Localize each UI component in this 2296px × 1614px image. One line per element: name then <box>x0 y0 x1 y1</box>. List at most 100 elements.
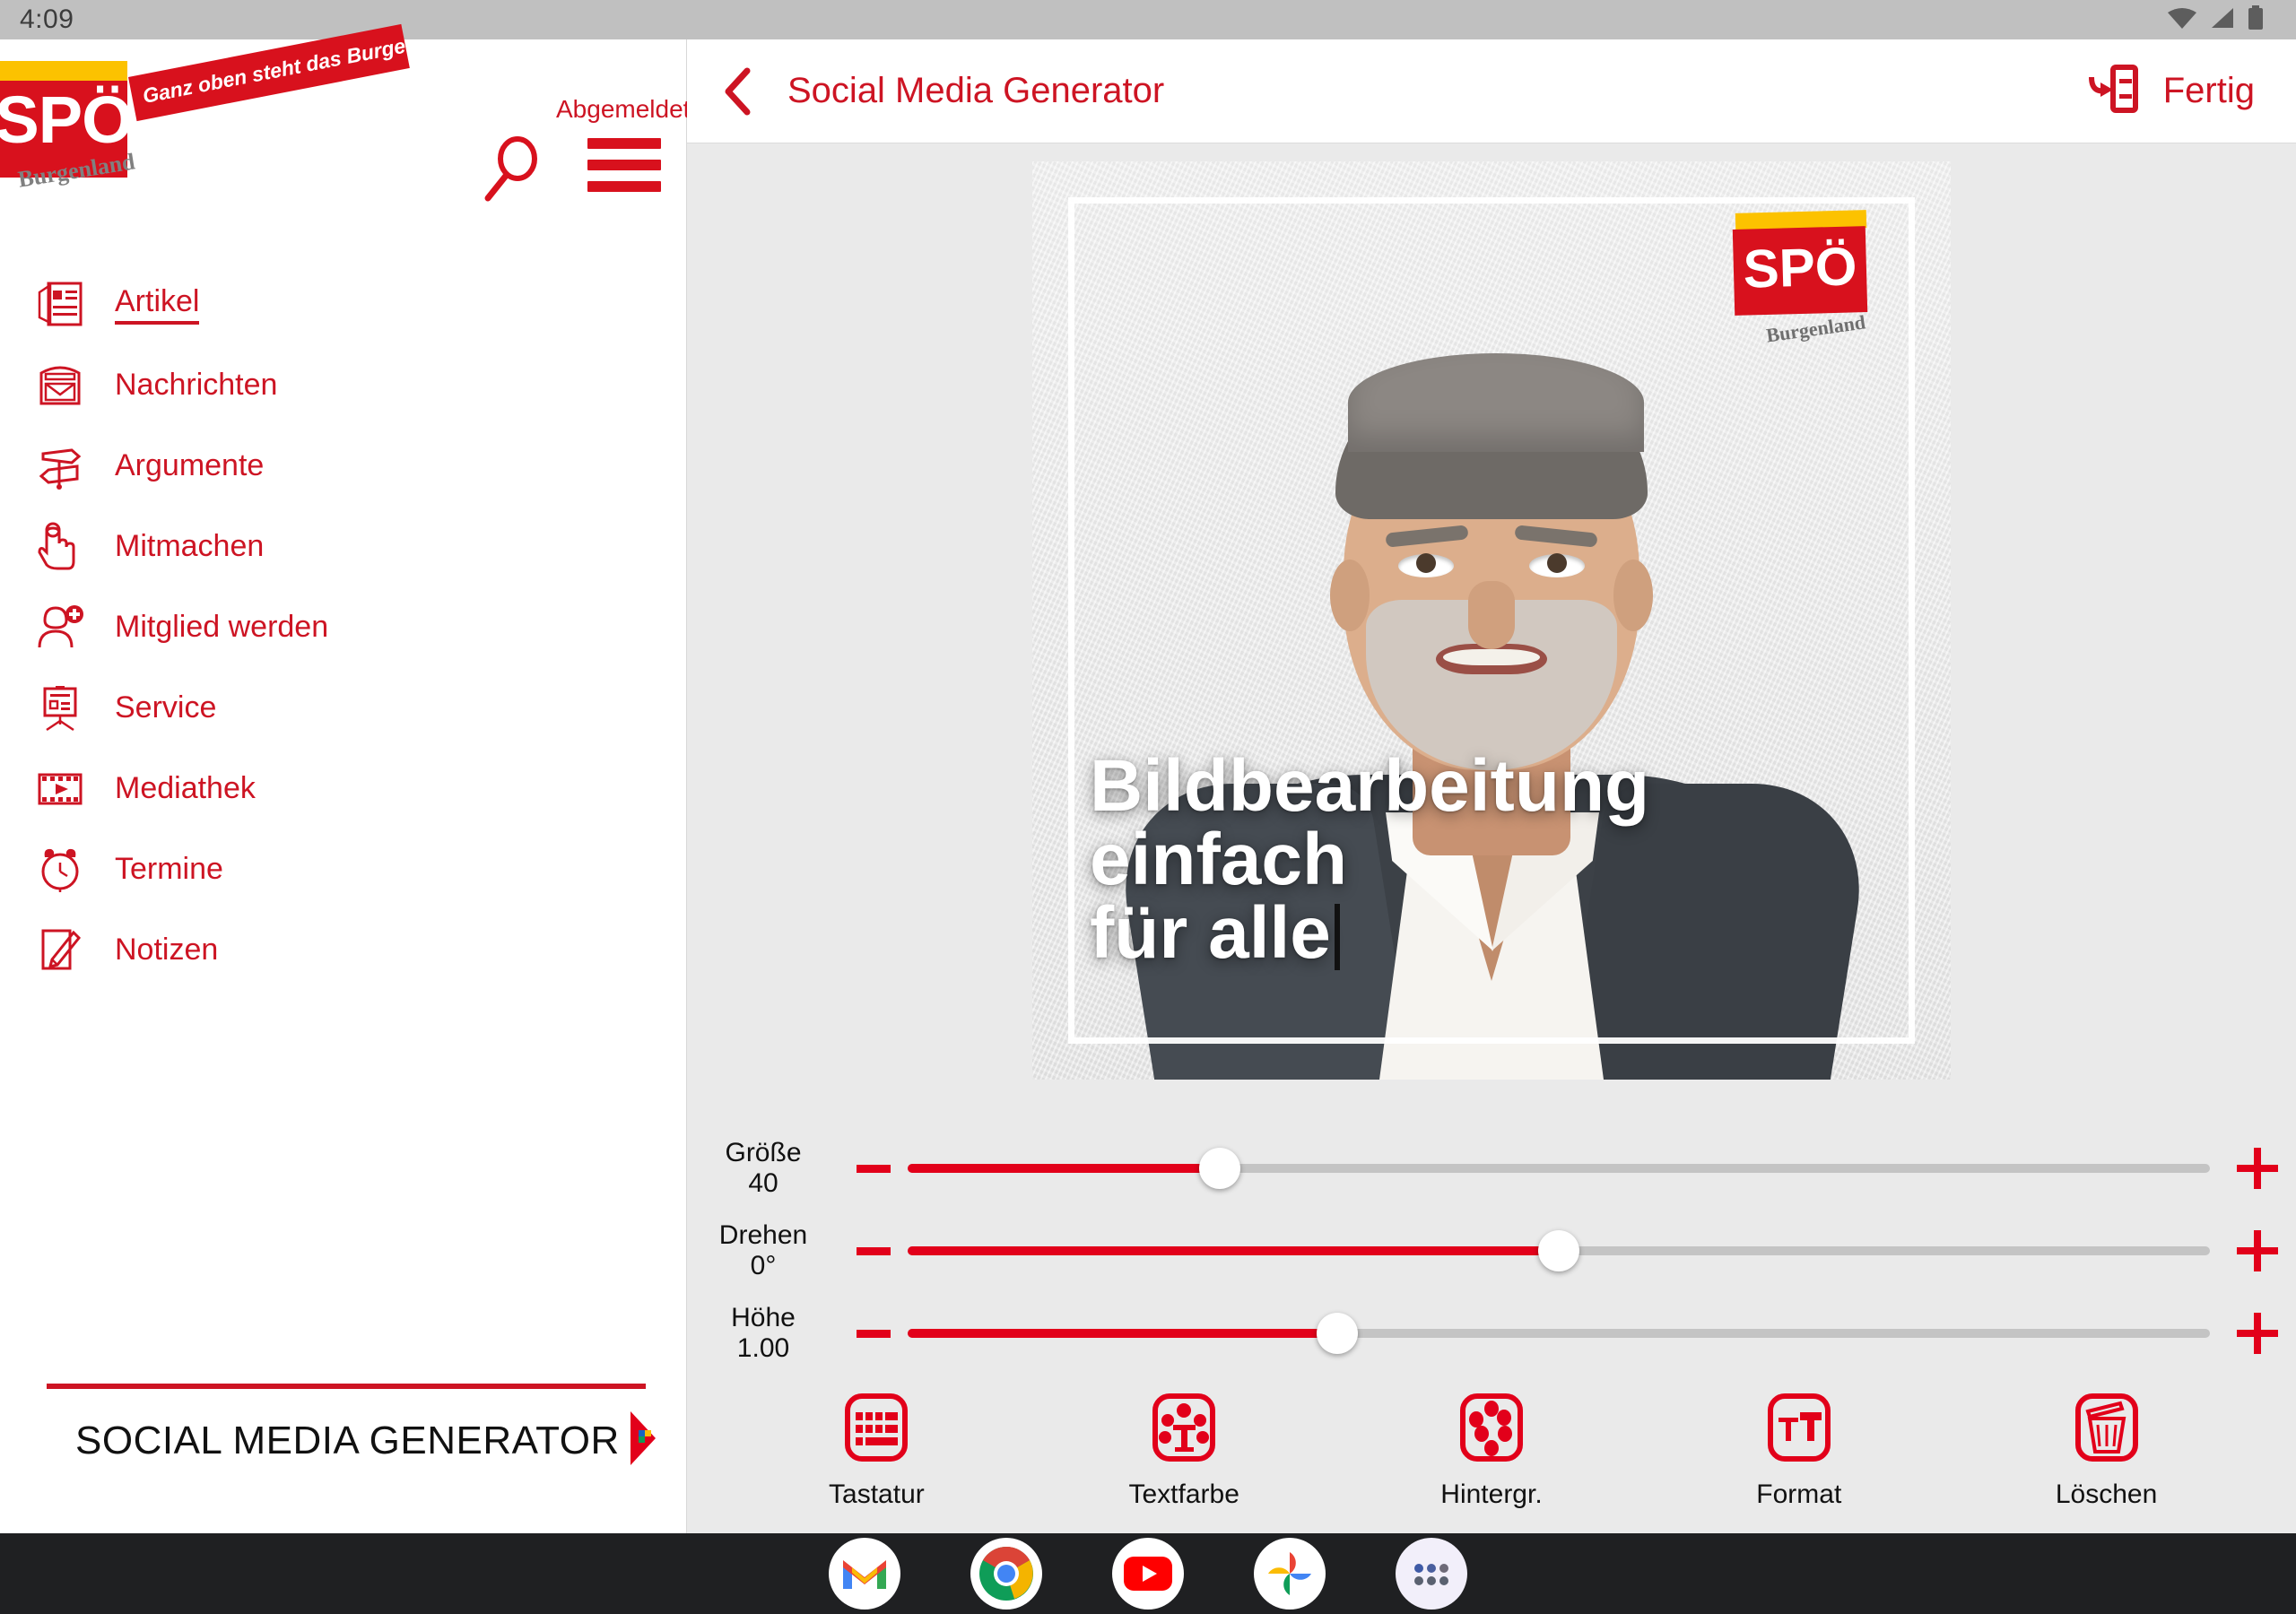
slider-track-drehen[interactable] <box>908 1210 2210 1292</box>
left-navigation-panel: SPÖ Burgenland Ganz oben steht das Burge… <box>0 23 690 1533</box>
pupil-left <box>1416 553 1436 573</box>
status-bar-clock: 4:09 <box>20 4 74 34</box>
slider-label-drehen: Drehen 0° <box>687 1220 839 1280</box>
editor-panel: Social Media Generator Fertig SPÖ Burgen… <box>687 39 2296 1533</box>
ear-left <box>1330 560 1370 631</box>
gmail-icon[interactable] <box>829 1538 900 1610</box>
tool-label: Format <box>1756 1480 1842 1509</box>
minus-icon[interactable] <box>839 1329 908 1338</box>
keyboard-icon <box>838 1389 915 1471</box>
sidebar-item-notizen[interactable]: Notizen <box>0 909 687 990</box>
minus-bar <box>857 1329 891 1338</box>
app-drawer-icon[interactable] <box>1396 1538 1467 1610</box>
chevron-right-icon[interactable] <box>625 1409 661 1472</box>
sidebar-item-termine[interactable]: Termine <box>0 829 687 909</box>
sidebar-item-artikel[interactable]: Artikel <box>0 264 687 344</box>
sidebar-item-mediathek[interactable]: Mediathek <box>0 748 687 829</box>
battery-icon <box>2248 4 2264 35</box>
hair-top <box>1348 353 1644 452</box>
divider <box>47 1384 646 1389</box>
tool-label: Tastatur <box>829 1480 925 1509</box>
social-media-generator-drawer[interactable]: SOCIAL MEDIA GENERATOR <box>0 1384 687 1472</box>
hamburger-menu-icon[interactable] <box>587 138 661 192</box>
overlay-text-block[interactable]: Bildbearbeitung einfach für alle <box>1090 750 1897 970</box>
wifi-icon <box>2167 6 2197 34</box>
slider-name: Drehen <box>718 1220 808 1251</box>
spo-burgenland-logo[interactable]: SPÖ Burgenland Ganz oben steht das Burge… <box>0 23 422 193</box>
slider-fill <box>908 1329 1338 1338</box>
image-canvas[interactable]: SPÖ Burgenland Bildbearbeitung einfach f… <box>1032 161 1951 1080</box>
pointing-hand-icon <box>32 518 88 574</box>
minus-icon[interactable] <box>839 1164 908 1173</box>
cell-signal-icon <box>2210 6 2235 34</box>
minus-icon[interactable] <box>839 1246 908 1255</box>
tool-loeschen[interactable]: Löschen <box>1999 1389 2214 1510</box>
sidebar-item-label: Mitglied werden <box>115 609 329 644</box>
sidebar-item-argumente[interactable]: Argumente <box>0 425 687 506</box>
ear-right <box>1613 560 1653 631</box>
slider-row-groesse: Größe 40 <box>687 1127 2296 1210</box>
text-caret <box>1334 904 1340 970</box>
tool-format[interactable]: Format <box>1692 1389 1907 1510</box>
sidebar-item-label: Notizen <box>115 932 219 967</box>
app-root: SPÖ Burgenland Ganz oben steht das Burge… <box>0 23 2296 1533</box>
alarm-clock-icon <box>32 841 88 897</box>
sidebar-item-nachrichten[interactable]: Nachrichten <box>0 344 687 425</box>
sidebar-item-label: Service <box>115 690 217 725</box>
add-user-icon <box>32 599 88 655</box>
slider-row-drehen: Drehen 0° <box>687 1210 2296 1292</box>
tool-tastatur[interactable]: Tastatur <box>769 1389 984 1510</box>
badge-wordmark: SPÖ <box>1742 236 1858 299</box>
drawer-label: SOCIAL MEDIA GENERATOR <box>75 1418 620 1462</box>
minus-bar <box>857 1246 891 1255</box>
slider-track-groesse[interactable] <box>908 1127 2210 1210</box>
sidebar-item-service[interactable]: Service <box>0 667 687 748</box>
tool-textfarbe[interactable]: Textfarbe <box>1076 1389 1292 1510</box>
android-dock <box>0 1533 2296 1614</box>
sidebar-item-label: Mitmachen <box>115 528 265 563</box>
overlay-text: Bildbearbeitung einfach für alle <box>1090 745 1650 974</box>
slider-thumb[interactable] <box>1317 1313 1359 1354</box>
slider-track-hoehe[interactable] <box>908 1292 2210 1375</box>
sidebar-item-mitmachen[interactable]: Mitmachen <box>0 506 687 586</box>
sidebar-item-label: Argumente <box>115 447 265 482</box>
canvas-spo-badge: SPÖ Burgenland <box>1732 210 1868 347</box>
filmstrip-icon <box>32 760 88 816</box>
tool-label: Hintergr. <box>1440 1480 1543 1509</box>
plus-icon[interactable] <box>2219 1311 2296 1356</box>
text-color-icon <box>1145 1389 1222 1471</box>
nose <box>1468 581 1515 649</box>
editor-top-bar: Social Media Generator Fertig <box>687 39 2296 143</box>
done-button[interactable]: Fertig <box>2163 71 2255 111</box>
teeth <box>1443 649 1540 665</box>
sidebar-item-mitglied-werden[interactable]: Mitglied werden <box>0 586 687 667</box>
slider-label-hoehe: Höhe 1.00 <box>687 1303 839 1363</box>
export-to-document-icon[interactable] <box>2086 63 2140 119</box>
slider-thumb[interactable] <box>1199 1148 1241 1189</box>
status-bar-system-icons <box>2167 4 2264 35</box>
slider-thumb[interactable] <box>1538 1230 1579 1271</box>
text-format-icon <box>1761 1389 1838 1471</box>
logo-slogan-banner: Ganz oben steht das Burgenland. <box>128 23 410 122</box>
trash-icon <box>2068 1389 2145 1471</box>
slider-value: 1.00 <box>736 1333 790 1363</box>
badge-region-label: Burgenland <box>1764 310 1867 347</box>
hamburger-bar <box>587 160 661 170</box>
sidebar-item-label: Termine <box>115 851 223 886</box>
mailbox-icon <box>32 357 88 412</box>
youtube-icon[interactable] <box>1112 1538 1184 1610</box>
drawer-row[interactable]: SOCIAL MEDIA GENERATOR <box>0 1409 687 1472</box>
sidebar-item-label: Mediathek <box>115 770 256 805</box>
back-chevron-icon[interactable] <box>716 67 764 116</box>
tool-label: Löschen <box>2055 1480 2158 1509</box>
google-photos-icon[interactable] <box>1254 1538 1326 1610</box>
logo-gold-stripe <box>0 61 127 81</box>
plus-icon[interactable] <box>2219 1146 2296 1191</box>
slider-label-groesse: Größe 40 <box>687 1138 839 1198</box>
canvas-stage: SPÖ Burgenland Bildbearbeitung einfach f… <box>687 143 2296 1115</box>
chrome-icon[interactable] <box>970 1538 1042 1610</box>
search-icon[interactable] <box>475 134 547 205</box>
tool-hintergrund[interactable]: Hintergr. <box>1384 1389 1599 1510</box>
plus-icon[interactable] <box>2219 1228 2296 1273</box>
signpost-icon <box>32 438 88 493</box>
